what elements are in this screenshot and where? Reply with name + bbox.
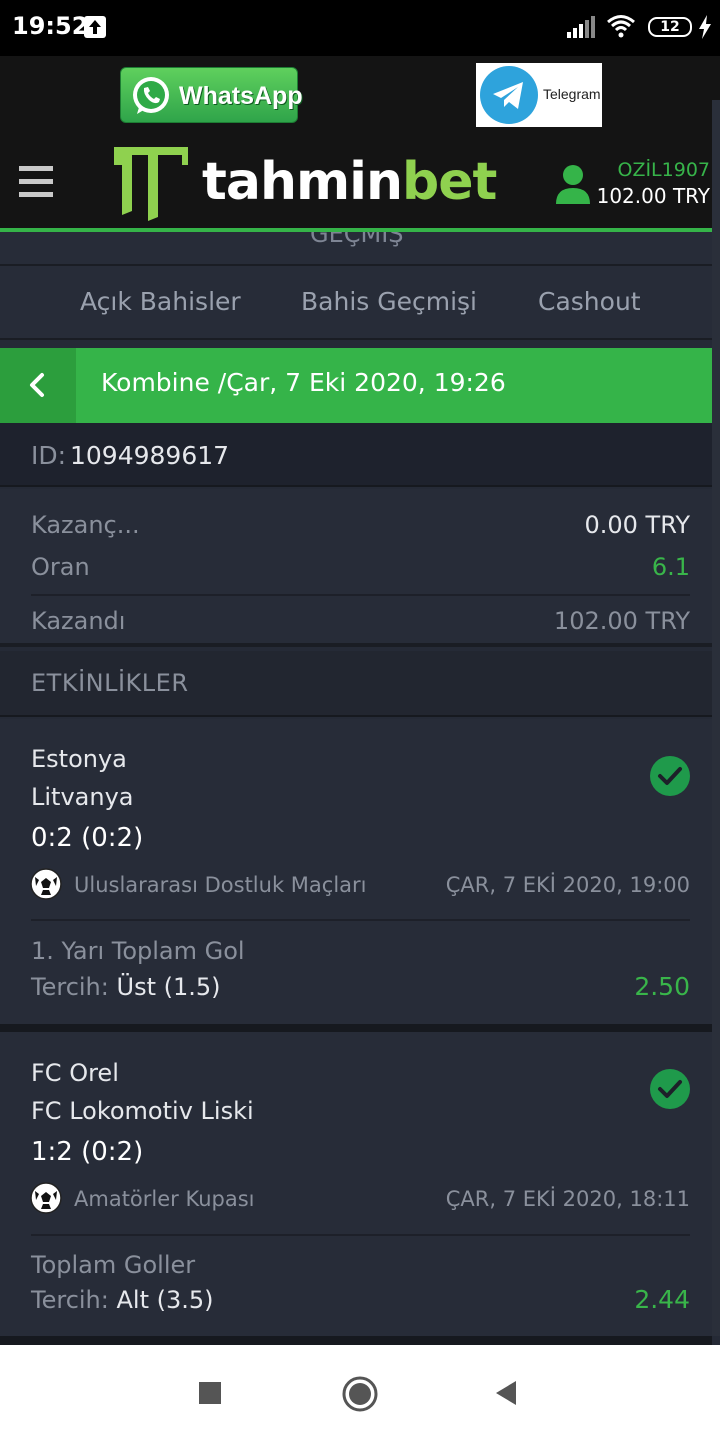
back-button[interactable] (0, 348, 76, 423)
event-away-team: Litvanya (31, 783, 134, 811)
account-username[interactable]: OZİL1907 (617, 159, 710, 181)
won-check-icon (650, 1069, 690, 1109)
status-time: 19:52 (12, 12, 89, 40)
tab-bet-history[interactable]: Bahis Geçmişi (301, 287, 477, 316)
telegram-label: Telegram (543, 86, 601, 102)
section-title-text: GEÇMİŞ (310, 232, 404, 248)
odds-label: Oran (31, 553, 90, 581)
event-card: FC Orel FC Lokomotiv Liski 1:2 (0:2) Ama… (0, 1032, 712, 1336)
event-home-team: Estonya (31, 745, 127, 773)
bet-id-label: ID: (31, 441, 67, 470)
tab-cashout[interactable]: Cashout (538, 287, 641, 316)
telegram-button[interactable]: Telegram (476, 63, 602, 127)
event-score: 0:2 (0:2) (31, 823, 144, 853)
status-bar: 19:52 12 (0, 0, 720, 56)
bet-tabs: Açık Bahisler Bahis Geçmişi Cashout (0, 266, 712, 340)
event-league: Uluslararası Dostluk Maçları (74, 873, 367, 897)
whatsapp-button[interactable]: WhatsApp (120, 67, 303, 123)
soccer-ball-icon (30, 868, 62, 900)
signal-icon (567, 16, 597, 42)
hamburger-menu-icon[interactable] (19, 166, 53, 205)
system-nav-bar (0, 1345, 720, 1440)
section-title-scrolled: GEÇMİŞ (0, 232, 712, 266)
event-date: ÇAR, 7 EKİ 2020, 19:00 (445, 873, 690, 897)
tab-open-bets[interactable]: Açık Bahisler (80, 287, 241, 316)
event-divider (31, 1234, 690, 1236)
battery-icon: 12 (648, 17, 692, 37)
bet-slip-title: Kombine /Çar, 7 Eki 2020, 19:26 (101, 368, 506, 397)
user-icon[interactable] (555, 164, 591, 204)
charging-bolt-icon (698, 15, 712, 43)
card-separator (0, 1336, 712, 1345)
won-label: Kazandı (31, 607, 126, 635)
won-value: 102.00 TRY (553, 607, 690, 635)
back-triangle-icon[interactable] (494, 1380, 518, 1406)
brand-part-2: bet (402, 152, 497, 212)
scrollbar[interactable] (712, 100, 720, 1336)
wifi-icon (606, 14, 636, 42)
home-button[interactable] (342, 1376, 378, 1412)
event-league: Amatörler Kupası (74, 1187, 255, 1211)
won-check-icon (650, 756, 690, 796)
brand-logo-icon[interactable] (112, 145, 190, 221)
bet-id-row: ID: 1094989617 (0, 423, 712, 487)
odds-value: 6.1 (651, 553, 690, 581)
event-market: Toplam Goller (31, 1251, 196, 1279)
event-choice: Tercih: Üst (1.5) (31, 973, 221, 1001)
event-choice-label: Tercih: (31, 973, 109, 1001)
soccer-ball-icon (30, 1182, 62, 1214)
bet-summary: Kazanç... 0.00 TRY Oran 6.1 Kazandı 102.… (0, 489, 712, 647)
bet-slip-title-bar: Kombine /Çar, 7 Eki 2020, 19:26 (0, 348, 720, 423)
event-odd: 2.44 (634, 1285, 690, 1314)
event-choice-value: Alt (3.5) (116, 1286, 214, 1314)
summary-divider (31, 594, 690, 596)
event-market: 1. Yarı Toplam Gol (31, 937, 245, 965)
whatsapp-label: WhatsApp (179, 82, 303, 110)
event-choice-label: Tercih: (31, 1286, 109, 1314)
event-divider (31, 919, 690, 921)
site-header: WhatsApp Telegram tahminbet OZİL1907 102… (0, 56, 720, 228)
brand-part-1: tahmin (202, 152, 403, 212)
battery-level: 12 (660, 19, 680, 35)
events-title: ETKİNLİKLER (31, 669, 189, 697)
event-away-team: FC Lokomotiv Liski (31, 1097, 254, 1125)
event-choice-value: Üst (1.5) (116, 973, 221, 1001)
brand-wordmark[interactable]: tahminbet (202, 150, 497, 214)
recent-apps-button[interactable] (199, 1382, 221, 1404)
card-separator (0, 1024, 712, 1032)
telegram-icon (480, 66, 538, 124)
chevron-left-icon (30, 373, 44, 397)
account-balance: 102.00 TRY (596, 184, 710, 208)
event-score: 1:2 (0:2) (31, 1137, 144, 1167)
whatsapp-icon (133, 77, 169, 114)
upload-icon (84, 16, 106, 38)
bet-id-value: 1094989617 (70, 441, 230, 470)
payout-label: Kazanç... (31, 511, 140, 539)
events-header: ETKİNLİKLER (0, 651, 712, 717)
payout-value: 0.00 TRY (584, 511, 690, 539)
event-choice: Tercih: Alt (3.5) (31, 1286, 214, 1314)
event-odd: 2.50 (634, 972, 690, 1001)
event-date: ÇAR, 7 EKİ 2020, 18:11 (445, 1187, 690, 1211)
event-card: Estonya Litvanya 0:2 (0:2) Uluslararası … (0, 719, 712, 1024)
event-home-team: FC Orel (31, 1059, 119, 1087)
